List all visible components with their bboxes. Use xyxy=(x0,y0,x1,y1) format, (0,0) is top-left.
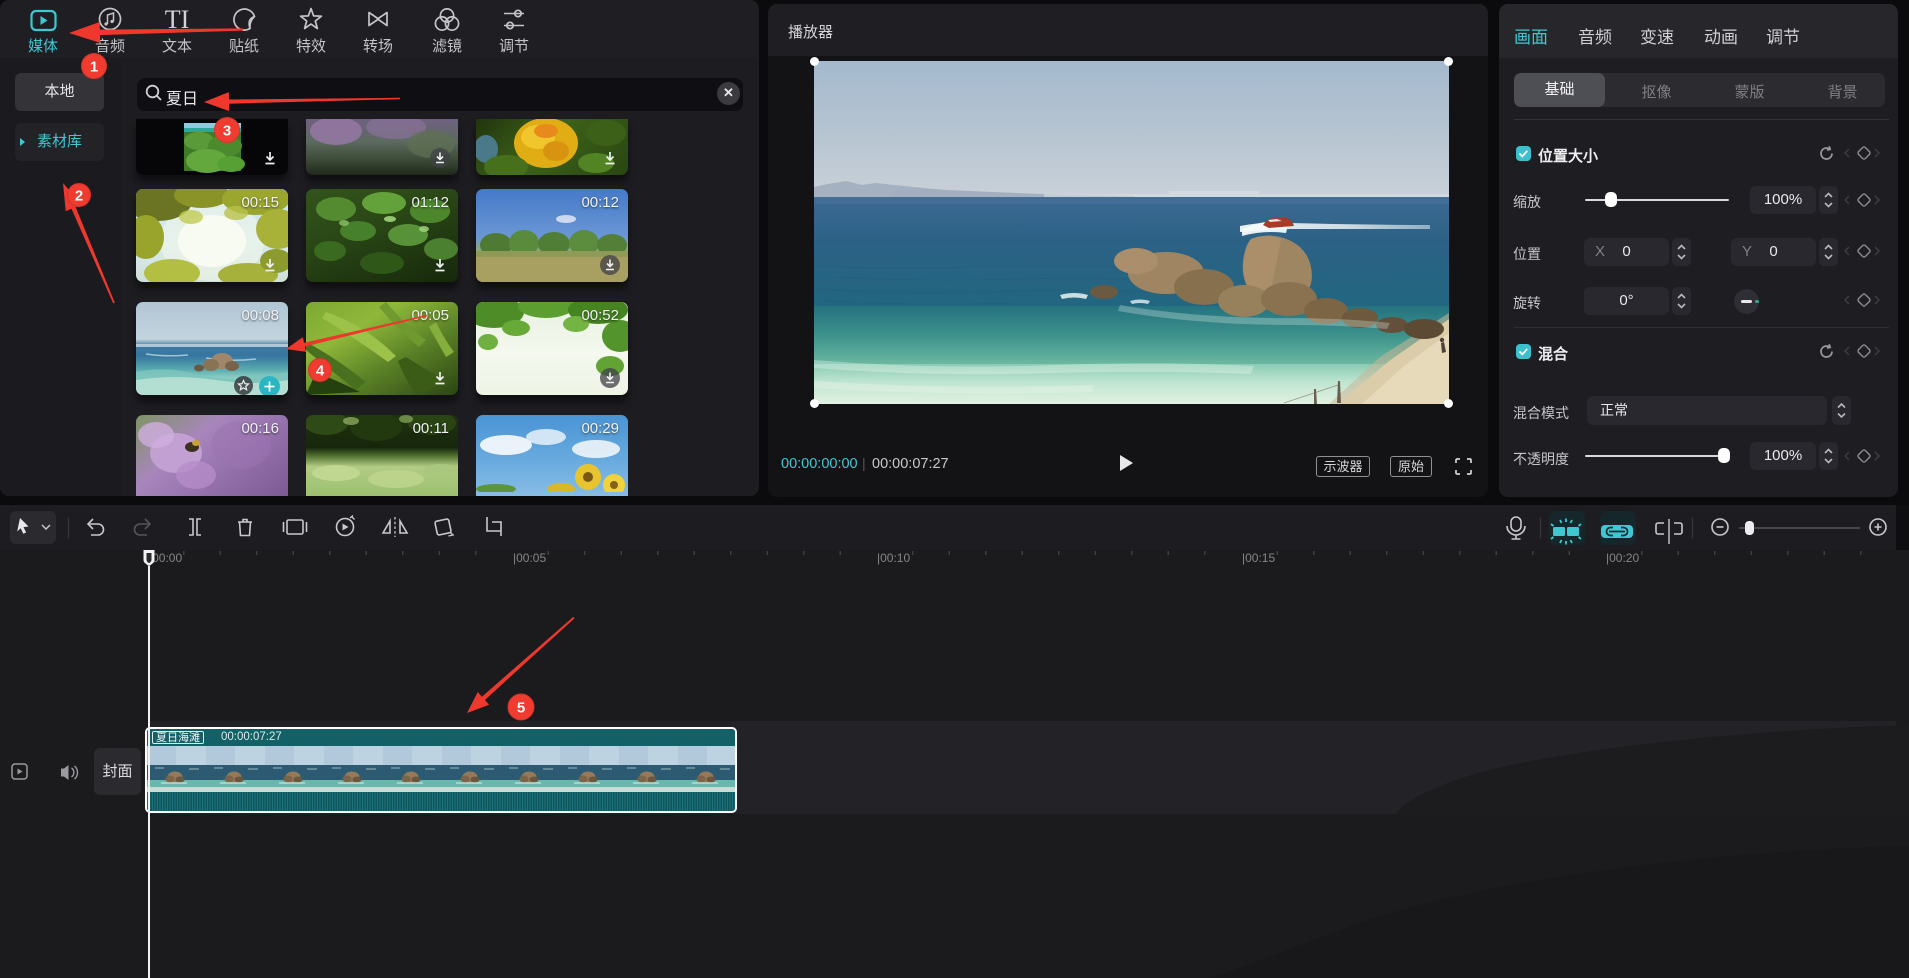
svg-text:5: 5 xyxy=(517,700,525,717)
svg-text:4: 4 xyxy=(316,363,325,380)
svg-text:3: 3 xyxy=(223,123,231,140)
svg-text:1: 1 xyxy=(90,59,98,76)
svg-text:2: 2 xyxy=(75,188,83,205)
